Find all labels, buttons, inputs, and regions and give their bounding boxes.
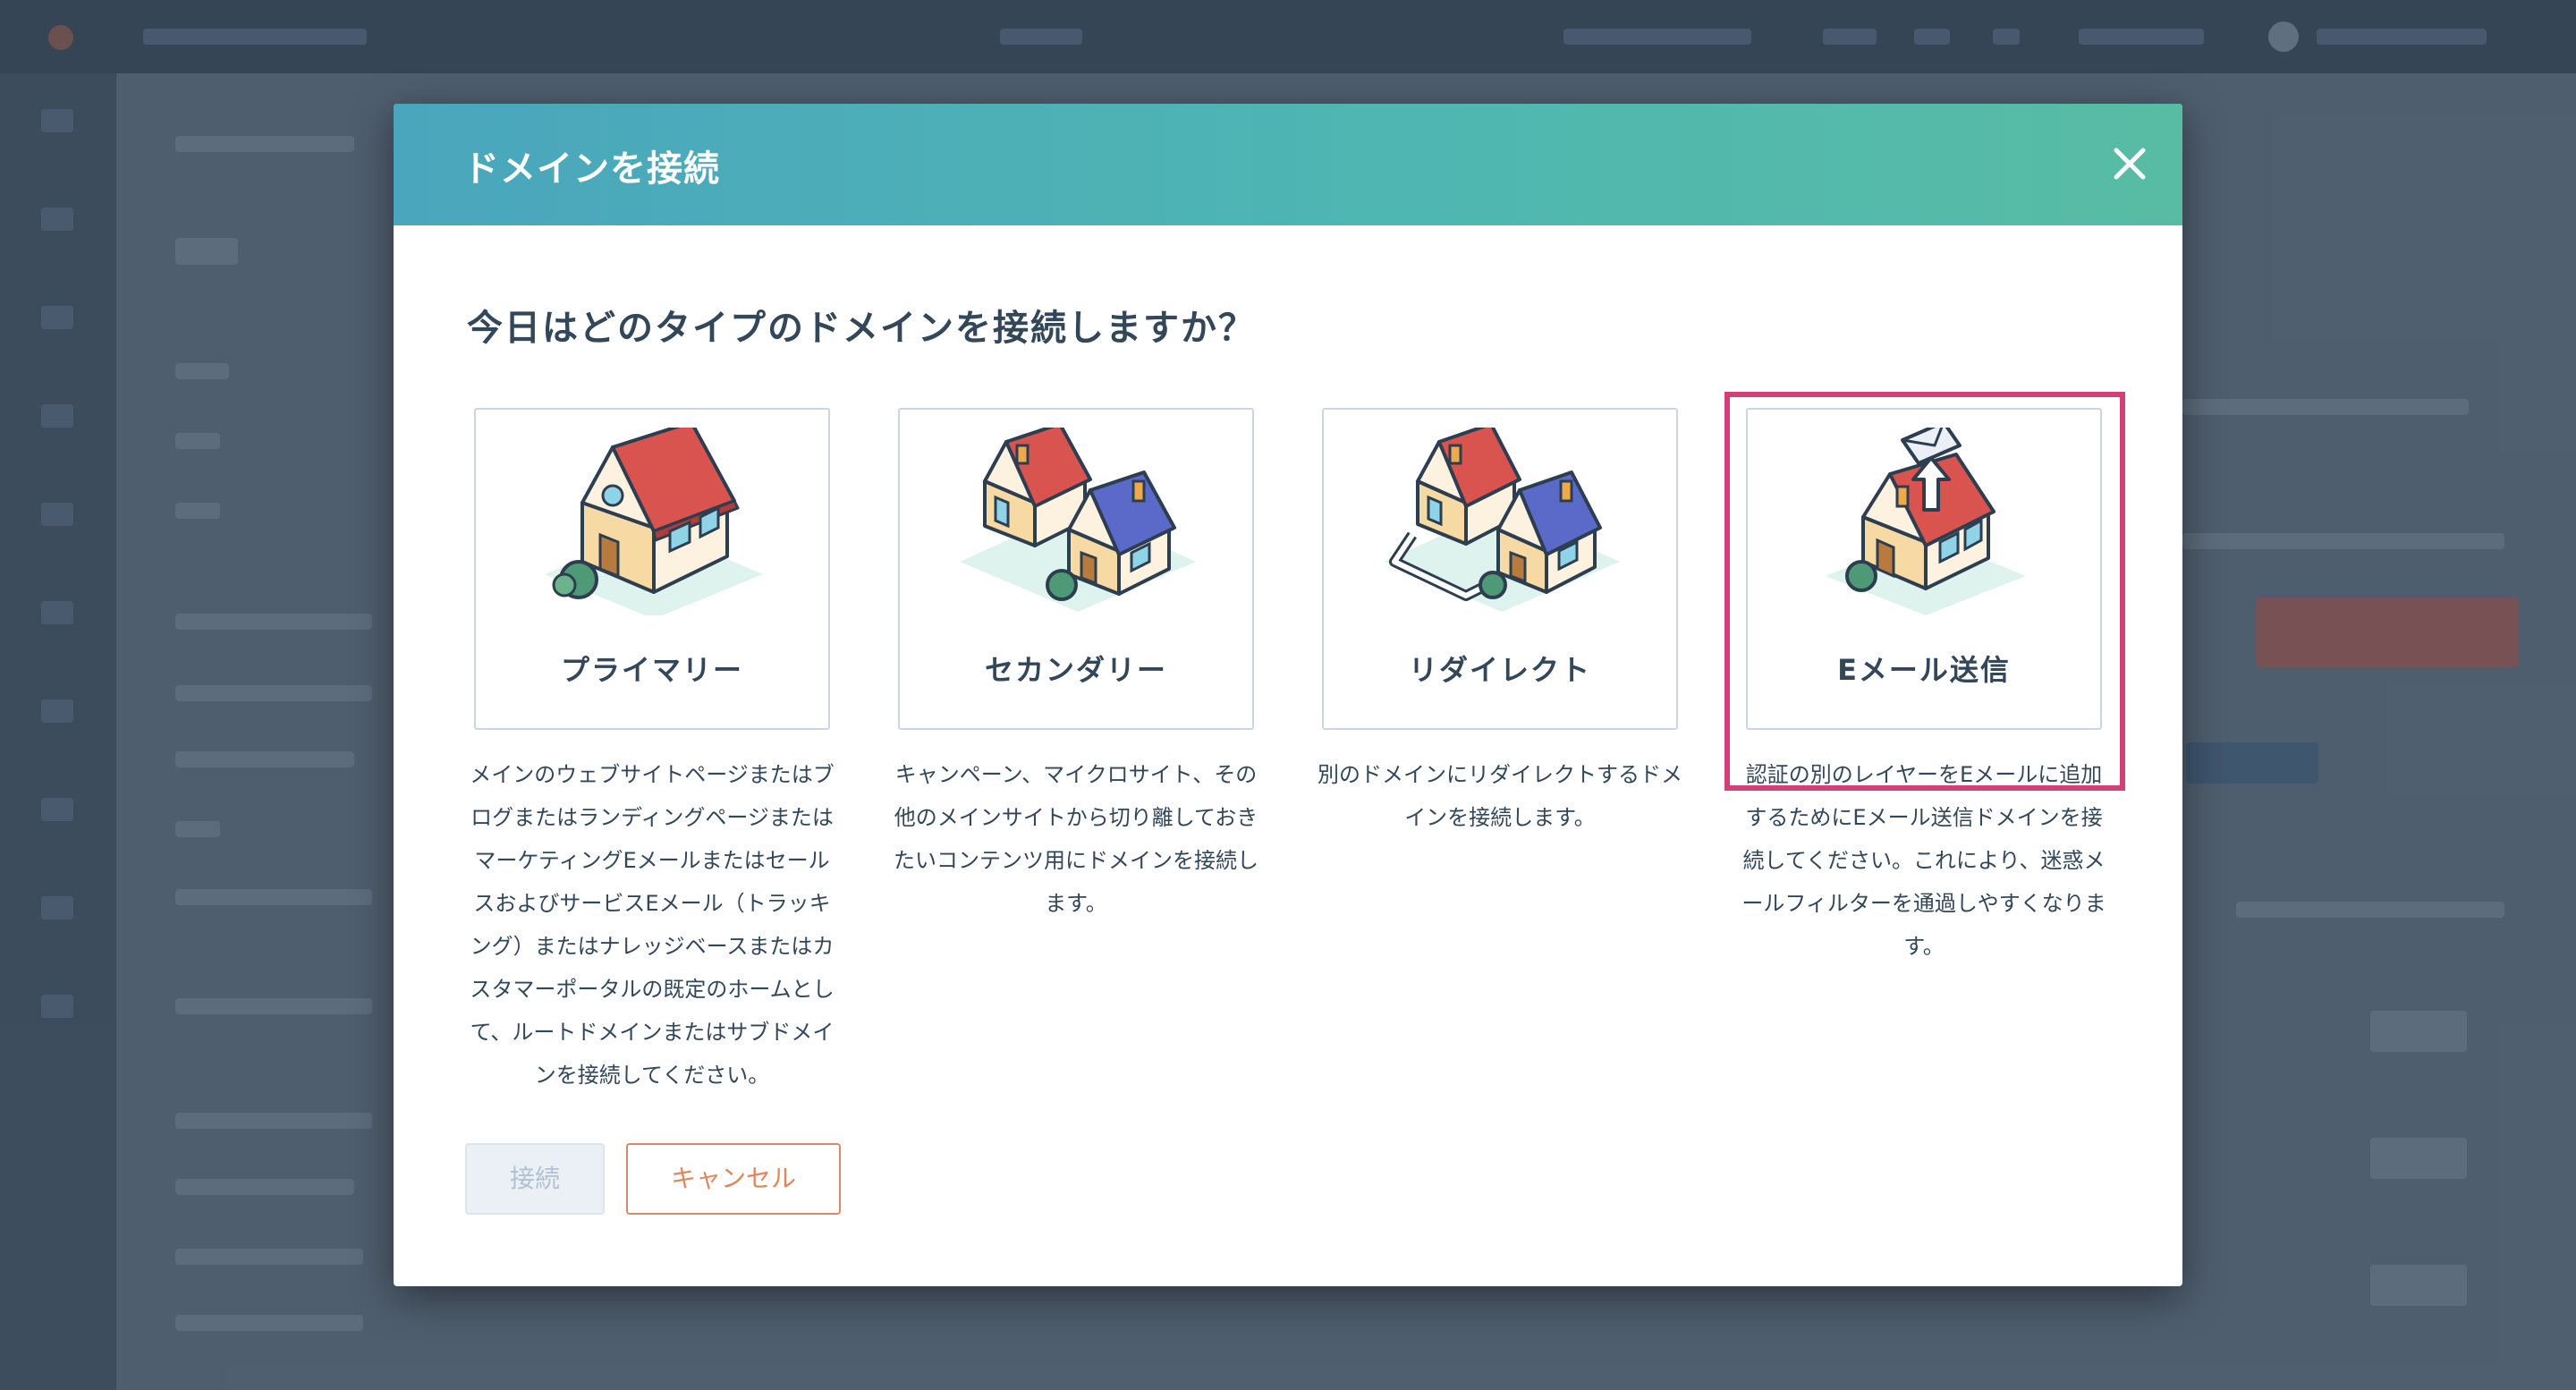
option-description-primary: メインのウェブサイトページまたはブログまたはランディングページまたはマーケティン… [470,762,835,1088]
cancel-button[interactable]: キャンセル [626,1143,841,1215]
house-icon [545,428,763,615]
modal-header: ドメインを接続 [394,104,2182,225]
option-label-primary: プライマリー [560,653,743,687]
two-houses-icon [960,428,1196,612]
domain-type-question: 今日はどのタイプのドメインを接続しますか？ [467,308,1256,349]
option-description-redirect: 別のドメインにリダイレクトするドメインを接続します。 [1318,762,1682,830]
option-card-redirect[interactable]: リダイレクト [1322,408,1678,730]
close-button[interactable] [2100,134,2159,193]
option-label-redirect: リダイレクト [1408,653,1591,687]
option-label-secondary: セカンダリー [984,653,1167,687]
modal-title: ドメインを接続 [463,148,720,190]
redirect-houses-icon [1384,428,1620,612]
option-card-primary[interactable]: プライマリー [474,408,830,730]
connect-button[interactable]: 接続 [465,1143,605,1215]
close-icon [2114,148,2146,180]
connect-domain-modal: ドメインを接続 今日はどのタイプのドメインを接続しますか？ プライマリー セカン… [394,104,2182,1286]
selection-highlight [1724,392,2125,791]
option-description-secondary: キャンペーン、マイクロサイト、その他のメインサイトから切り離しておきたいコンテン… [894,762,1258,916]
option-card-secondary[interactable]: セカンダリー [898,408,1254,730]
